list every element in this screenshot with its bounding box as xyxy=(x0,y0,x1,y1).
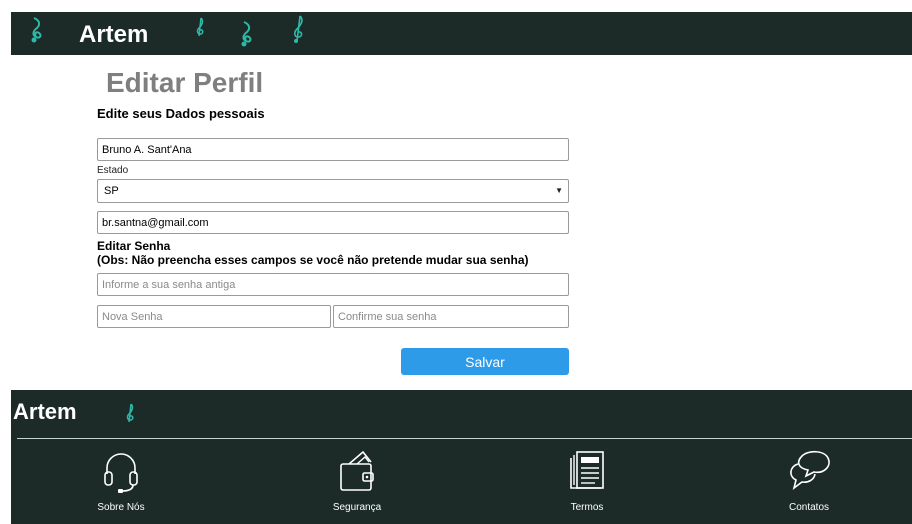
footer-link-label: Contatos xyxy=(788,502,830,513)
top-navbar: Artem xyxy=(11,12,912,55)
newspaper-icon xyxy=(570,451,604,489)
section-subtitle: Edite seus Dados pessoais xyxy=(97,106,265,121)
footer-link-label: Termos xyxy=(570,502,604,513)
footer-link-seguranca[interactable]: Segurança xyxy=(297,448,417,513)
footer-link-label: Sobre Nós xyxy=(97,502,145,513)
footer-link-label: Segurança xyxy=(332,502,382,513)
save-button[interactable]: Salvar xyxy=(401,348,569,375)
footer: Artem Sobre Nós Segurança Termos Contato… xyxy=(11,390,912,524)
footer-link-termos[interactable]: Termos xyxy=(527,448,647,513)
chevron-down-icon: ▼ xyxy=(555,186,563,195)
music-note-icon xyxy=(239,20,255,48)
state-select-value: SP xyxy=(104,185,119,197)
footer-link-contatos[interactable]: Contatos xyxy=(749,448,869,513)
brand-logo[interactable]: Artem xyxy=(79,20,148,50)
state-label: Estado xyxy=(97,165,129,176)
headset-icon xyxy=(104,453,138,493)
password-note: (Obs: Não preencha esses campos se você … xyxy=(97,253,529,267)
footer-divider xyxy=(17,438,912,439)
wallet-icon xyxy=(340,450,374,491)
password-section-heading: Editar Senha (Obs: Não preencha esses ca… xyxy=(97,239,529,267)
chat-bubbles-icon xyxy=(790,450,830,490)
page-title: Editar Perfil xyxy=(106,67,264,98)
new-password-input[interactable] xyxy=(97,305,331,328)
state-select[interactable]: SP ▼ xyxy=(97,179,569,203)
footer-brand-logo[interactable]: Artem xyxy=(13,399,77,425)
footer-link-sobre-nos[interactable]: Sobre Nós xyxy=(61,448,181,513)
confirm-password-input[interactable] xyxy=(333,305,569,328)
treble-clef-icon xyxy=(291,14,305,44)
music-note-icon xyxy=(29,16,45,44)
treble-clef-icon xyxy=(195,16,205,38)
email-input[interactable] xyxy=(97,211,569,234)
name-input[interactable] xyxy=(97,138,569,161)
old-password-input[interactable] xyxy=(97,273,569,296)
password-heading: Editar Senha xyxy=(97,239,171,253)
treble-clef-icon xyxy=(125,402,135,424)
